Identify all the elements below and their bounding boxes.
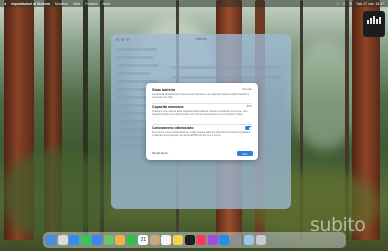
menu-bar: ● Impostazioni di Sistema Modifica Vista… (0, 0, 388, 7)
max-capacity-description: Questa è una misura della capacità della… (152, 110, 248, 117)
divider (152, 124, 252, 125)
finder-icon[interactable] (46, 235, 56, 245)
optimized-charging-description: Per ridurre l'usura della batteria, il M… (152, 131, 251, 138)
menu-clock[interactable]: Sab 27 mar. 18:37 (356, 2, 384, 6)
menu-item-aiuto[interactable]: Aiuto (102, 2, 110, 6)
calendar-icon[interactable]: 21 (138, 235, 149, 245)
sidebar-item[interactable] (117, 48, 157, 51)
done-button[interactable]: Fine (237, 151, 253, 156)
learn-more-button[interactable]: Scopri di più... (152, 151, 170, 155)
max-capacity-value: 89% (246, 105, 252, 108)
battery-status-title: Stato batteria (152, 88, 175, 92)
menu-app-name[interactable]: Impostazioni di Sistema (11, 2, 50, 6)
apple-icon[interactable]: ● (4, 1, 6, 6)
sidebar-item[interactable] (117, 72, 151, 75)
menu-item-finestra[interactable]: Finestra (85, 2, 97, 6)
sidebar-item[interactable] (117, 144, 147, 147)
menu-item-modifica[interactable]: Modifica (55, 2, 68, 6)
sidebar-item[interactable] (117, 96, 147, 99)
music-icon[interactable] (196, 235, 207, 245)
reminders-icon[interactable] (161, 235, 172, 245)
battery-status-section: Stato batteria Normale La batteria attua… (152, 88, 252, 99)
window-title: Batteria (195, 37, 207, 41)
launchpad-icon[interactable] (57, 235, 68, 245)
photos-icon[interactable] (115, 235, 126, 245)
preview-icon[interactable] (244, 235, 255, 245)
menu-item-vista[interactable]: Vista (73, 2, 80, 6)
max-capacity-section: Capacità massima 89% Questa è una misura… (152, 105, 252, 116)
optimized-charging-title: Caricamento ottimizzato (152, 126, 194, 130)
battery-status-value: Normale (242, 88, 252, 91)
system-settings-icon[interactable] (230, 235, 241, 245)
optimized-charging-section: Caricamento ottimizzato Per ridurre l'us… (152, 126, 252, 137)
calendar-day: 21 (140, 237, 147, 243)
dock: 21 (43, 232, 346, 248)
optimized-charging-toggle[interactable] (245, 126, 252, 130)
trash-icon[interactable] (255, 235, 266, 245)
wifi-icon[interactable]: ≈ (337, 2, 339, 6)
max-capacity-title: Capacità massima (152, 105, 184, 109)
contacts-icon[interactable] (149, 235, 160, 245)
mail-icon[interactable] (92, 235, 103, 245)
battery-health-dialog: Stato batteria Normale La batteria attua… (146, 83, 258, 160)
messages-icon[interactable] (80, 235, 91, 245)
safari-icon[interactable] (69, 235, 80, 245)
notes-icon[interactable] (173, 235, 184, 245)
tv-icon[interactable] (184, 235, 195, 245)
sidebar-item[interactable] (117, 64, 159, 67)
facetime-icon[interactable] (126, 235, 137, 245)
battery-widget[interactable] (363, 11, 385, 37)
maps-icon[interactable] (103, 235, 114, 245)
settings-row (171, 66, 281, 69)
sidebar-item[interactable] (117, 56, 153, 59)
app-store-icon[interactable] (219, 235, 230, 245)
settings-row (171, 76, 281, 79)
widget-chart (367, 16, 381, 24)
control-center-icon[interactable]: ☰ (349, 2, 352, 6)
dock-separator (242, 234, 243, 246)
podcasts-icon[interactable] (207, 235, 218, 245)
divider (152, 103, 252, 104)
search-icon[interactable]: ⚲ (343, 2, 345, 6)
battery-status-description: La batteria attualmente funziona normalm… (152, 93, 250, 100)
